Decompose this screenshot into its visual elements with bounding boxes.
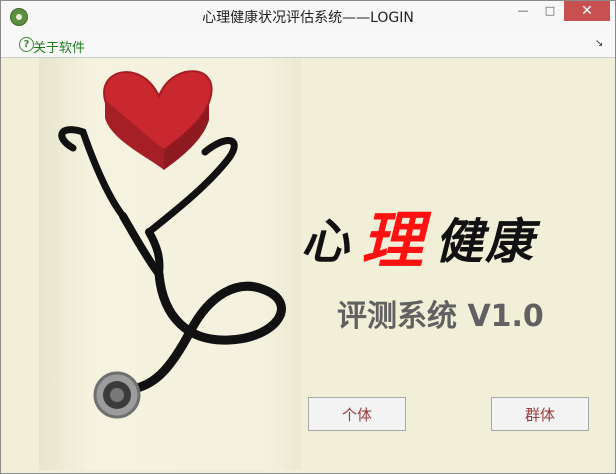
login-window: 心理健康状况评估系统——LOGIN — □ ✕ ? 关于软件 ↘ 心 理 健康 … [0,0,616,474]
minimize-button[interactable]: — [510,1,536,21]
maximize-button[interactable]: □ [537,1,563,21]
stethoscope-heart-icon [58,70,286,419]
help-icon: ? [19,37,34,52]
heading-part-3: 健康 [435,214,536,270]
group-button[interactable]: 群体 [491,397,589,431]
chevron-icon[interactable]: ↘ [595,38,603,49]
close-button[interactable]: ✕ [564,1,610,21]
individual-button[interactable]: 个体 [308,397,406,431]
app-heading: 心理健康 [301,186,536,277]
main-content: 心理健康 评测系统 V1.0 个体 群体 [1,58,615,473]
menu-bar: ? 关于软件 ↘ [1,32,615,58]
heading-part-1: 心 [301,214,352,270]
heading-accent: 理 [361,204,426,277]
stethoscope-heart-image [39,58,301,470]
app-subheading: 评测系统 V1.0 [337,299,544,334]
title-bar[interactable]: 心理健康状况评估系统——LOGIN — □ ✕ [1,1,615,33]
menu-item-about[interactable]: 关于软件 [33,37,85,56]
